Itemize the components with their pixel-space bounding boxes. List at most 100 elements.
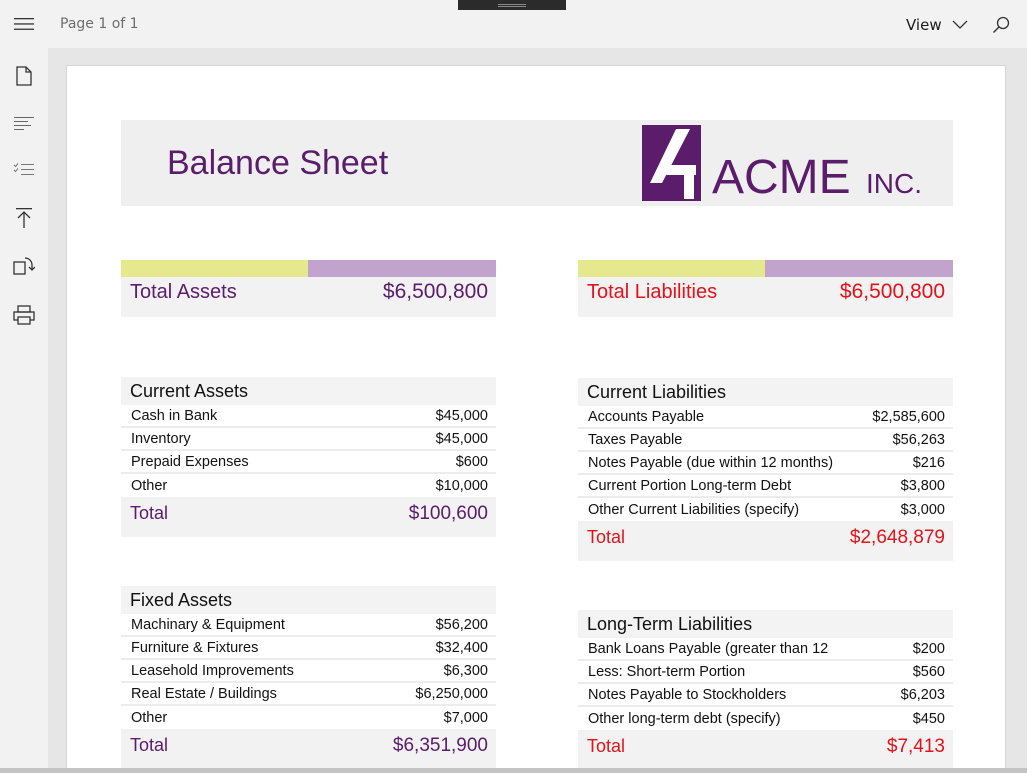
total-liabilities-value: $6,500,800 xyxy=(839,280,945,303)
window-bottom-border xyxy=(0,768,1027,773)
row-value: $560 xyxy=(912,663,945,680)
table-row: Prepaid Expenses $600 xyxy=(121,451,496,474)
row-label: Notes Payable (due within 12 months) xyxy=(588,454,834,471)
section-total: Total $2,648,879 xyxy=(578,521,953,561)
row-label: Notes Payable to Stockholders xyxy=(588,686,787,703)
row-label: Real Estate / Buildings xyxy=(131,685,277,702)
row-value: $45,000 xyxy=(435,407,488,424)
total-assets-value: $6,500,800 xyxy=(382,280,488,303)
section-title: Current Liabilities xyxy=(578,378,953,406)
rail-button-table-of-contents[interactable] xyxy=(0,100,48,146)
accent-bar-yellow xyxy=(578,260,765,277)
page-indicator: Page 1 of 1 xyxy=(60,16,139,32)
search-button[interactable] xyxy=(986,10,1016,40)
row-label: Taxes Payable xyxy=(588,431,683,448)
row-label: Leasehold Improvements xyxy=(131,662,294,679)
table-row: Other $7,000 xyxy=(121,706,496,729)
row-label: Other long-term debt (specify) xyxy=(588,710,781,727)
current-liabilities-section: Current Liabilities Accounts Payable $2,… xyxy=(578,378,953,561)
rail-button-list[interactable] xyxy=(0,147,48,193)
section-total: Total $7,413 xyxy=(578,730,953,770)
document-page: Balance Sheet ACME INC. Total Assets $6,… xyxy=(66,65,1006,773)
view-dropdown-button[interactable]: View xyxy=(906,12,968,38)
table-row: Notes Payable (due within 12 months) $21… xyxy=(578,452,953,475)
hamburger-menu-button[interactable] xyxy=(0,0,48,48)
row-label: Less: Short-term Portion xyxy=(588,663,746,680)
current-assets-section: Current Assets Cash in Bank $45,000 Inve… xyxy=(121,377,496,537)
section-title: Fixed Assets xyxy=(121,586,496,614)
print-icon xyxy=(13,305,35,325)
table-row: Other long-term debt (specify) $450 xyxy=(578,707,953,730)
hamburger-icon xyxy=(14,18,34,30)
logo-text: ACME xyxy=(712,151,851,201)
row-value: $32,400 xyxy=(435,639,488,656)
row-value: $56,263 xyxy=(892,431,945,448)
row-value: $2,585,600 xyxy=(872,408,945,425)
table-row: Cash in Bank $45,000 xyxy=(121,405,496,428)
rail-button-go-to-top[interactable] xyxy=(0,195,48,241)
total-value: $7,413 xyxy=(886,736,945,757)
row-label: Cash in Bank xyxy=(131,407,218,424)
total-liabilities-block: Total Liabilities $6,500,800 xyxy=(578,260,953,317)
top-toolbar: Page 1 of 1 View xyxy=(0,0,1027,48)
table-row: Other $10,000 xyxy=(121,474,496,497)
row-value: $200 xyxy=(912,640,945,657)
fixed-assets-section: Fixed Assets Machinary & Equipment $56,2… xyxy=(121,586,496,769)
rail-button-print[interactable] xyxy=(0,292,48,338)
table-of-contents-icon xyxy=(14,117,34,130)
row-label: Accounts Payable xyxy=(588,408,705,425)
document-title: Balance Sheet xyxy=(167,144,389,182)
total-value: $2,648,879 xyxy=(849,527,945,548)
row-value: $216 xyxy=(912,454,945,471)
left-rail xyxy=(0,48,48,773)
window-drag-grip[interactable] xyxy=(458,0,566,10)
row-label: Machinary & Equipment xyxy=(131,616,285,633)
row-value: $45,000 xyxy=(435,430,488,447)
row-value: $6,203 xyxy=(900,686,945,703)
accent-bar-purple xyxy=(308,260,496,277)
row-value: $600 xyxy=(455,453,488,470)
table-row: Real Estate / Buildings $6,250,000 xyxy=(121,683,496,706)
table-row: Bank Loans Payable (greater than 12 $200 xyxy=(578,638,953,661)
row-value: $10,000 xyxy=(435,477,488,494)
table-row: Furniture & Fixtures $32,400 xyxy=(121,637,496,660)
view-label: View xyxy=(906,16,942,34)
row-value: $7,000 xyxy=(443,709,488,726)
row-value: $6,250,000 xyxy=(415,685,488,702)
row-label: Other xyxy=(131,477,168,494)
total-assets-label: Total Assets xyxy=(130,281,237,303)
go-to-top-icon xyxy=(16,208,32,228)
document-icon xyxy=(16,66,32,86)
total-label: Total xyxy=(130,503,169,523)
row-label: Other xyxy=(131,709,168,726)
row-label: Inventory xyxy=(131,430,191,447)
section-total: Total $6,351,900 xyxy=(121,729,496,769)
row-label: Furniture & Fixtures xyxy=(131,639,259,656)
table-row: Taxes Payable $56,263 xyxy=(578,429,953,452)
total-assets-block: Total Assets $6,500,800 xyxy=(121,260,496,317)
total-label: Total xyxy=(130,735,169,755)
table-row: Inventory $45,000 xyxy=(121,428,496,451)
table-row: Notes Payable to Stockholders $6,203 xyxy=(578,684,953,707)
table-row: Other Current Liabilities (specify) $3,0… xyxy=(578,498,953,521)
table-row: Leasehold Improvements $6,300 xyxy=(121,660,496,683)
total-label: Total xyxy=(587,527,626,547)
list-icon xyxy=(13,163,34,175)
rail-button-rotate[interactable] xyxy=(0,243,48,289)
row-value: $3,000 xyxy=(900,501,945,518)
rotate-icon xyxy=(13,257,35,275)
section-title: Long-Term Liabilities xyxy=(578,610,953,638)
rail-button-document[interactable] xyxy=(0,53,48,99)
row-value: $6,300 xyxy=(443,662,488,679)
logo-suffix: INC. xyxy=(866,168,922,199)
row-value: $3,800 xyxy=(900,477,945,494)
accent-bar-yellow xyxy=(121,260,308,277)
long-term-liabilities-section: Long-Term Liabilities Bank Loans Payable… xyxy=(578,610,953,770)
table-row: Accounts Payable $2,585,600 xyxy=(578,406,953,429)
row-value: $450 xyxy=(912,710,945,727)
row-label: Bank Loans Payable (greater than 12 xyxy=(588,640,829,657)
table-row: Less: Short-term Portion $560 xyxy=(578,661,953,684)
row-value: $56,200 xyxy=(435,616,488,633)
header-banner: Balance Sheet ACME INC. xyxy=(121,120,953,206)
chevron-down-icon xyxy=(952,20,968,29)
